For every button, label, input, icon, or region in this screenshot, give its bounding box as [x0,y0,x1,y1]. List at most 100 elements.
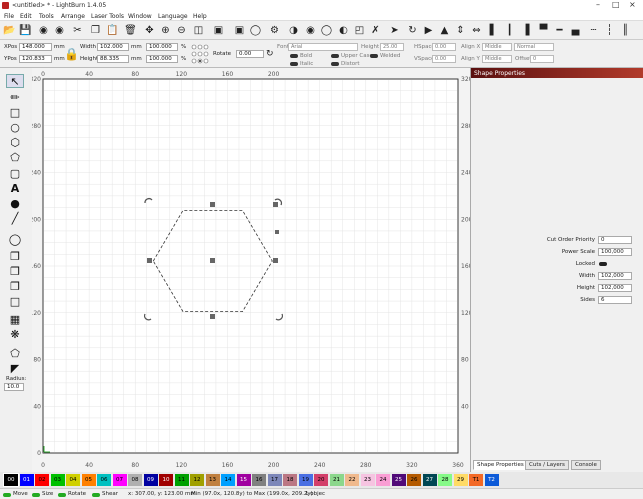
palette-swatch[interactable]: 15 [236,474,251,486]
distribute-h-icon[interactable]: ┄ [587,24,600,37]
align-top-icon[interactable]: ▀ [537,24,550,37]
menu-edit[interactable]: Edit [20,13,32,20]
palette-swatch[interactable]: 18 [283,474,297,486]
group-icon[interactable]: ⇕ [454,24,467,37]
vspace-input[interactable]: 0.00 [432,55,456,63]
palette-swatch[interactable]: 21 [329,474,344,486]
edit-nodes-icon[interactable]: ✏ [6,90,24,104]
delete-icon[interactable]: 🗑 [124,24,137,37]
text-icon[interactable]: A [6,181,24,195]
palette-swatch[interactable]: T2 [484,474,499,486]
power-scale-input[interactable]: 100,000 [598,248,632,256]
hspace-input[interactable]: 0.00 [432,43,456,51]
zoom-in-icon[interactable]: ⊕ [159,24,172,37]
open-icon[interactable]: 📂 [3,24,16,37]
palette-swatch[interactable]: 14 [221,474,235,486]
frame-small-icon[interactable]: □ [6,294,24,308]
grid-array-icon[interactable]: ▦ [6,312,24,326]
minimize-icon[interactable]: – [596,1,600,9]
palette-swatch[interactable]: 16 [252,474,266,486]
menu-arrange[interactable]: Arrange [61,13,85,20]
palette-swatch[interactable]: 01 [19,474,34,486]
tab-shape-properties[interactable]: Shape Properties [473,460,528,470]
mirror-v-icon[interactable]: ▲ [438,24,451,37]
rotate-icon[interactable]: ↻ [406,24,419,37]
uppercase-toggle[interactable] [331,54,339,58]
move-toggle[interactable] [3,493,11,497]
rotate-dial-icon[interactable]: ↻ [266,49,274,59]
align-left-icon[interactable]: ▌ [487,24,500,37]
palette-swatch[interactable]: 22 [345,474,359,486]
radius-input[interactable]: 10.0 [4,383,24,391]
save-icon[interactable]: 💾 [19,24,32,37]
palette-swatch[interactable]: 05 [81,474,96,486]
menu-help[interactable]: Help [193,13,207,20]
circular-array-icon[interactable]: ❋ [6,327,24,341]
menu-tools[interactable]: Tools [39,13,54,20]
mirror-h-icon[interactable]: ▶ [422,24,435,37]
offset-icon[interactable]: ◑ [287,24,300,37]
locked-toggle[interactable] [599,262,607,266]
pentagon-icon[interactable]: ⬠ [6,150,24,164]
palette-swatch[interactable]: 17 [267,474,282,486]
palette-swatch[interactable]: 11 [174,474,189,486]
ypos-input[interactable]: 120.833 [19,55,52,63]
palette-swatch[interactable]: 23 [360,474,375,486]
palette-swatch[interactable]: 25 [391,474,406,486]
width-prop-input[interactable]: 102,000 [598,272,632,280]
polygon-icon[interactable]: ⬡ [6,135,24,149]
copy-icon[interactable]: ❐ [89,24,102,37]
rectangle-icon[interactable]: □ [6,105,24,119]
send-icon[interactable]: ➤ [388,24,401,37]
rotate-input[interactable]: 0.00 [236,50,264,58]
distribute-v-icon[interactable]: ┆ [603,24,616,37]
palette-swatch[interactable]: 04 [66,474,80,486]
palette-swatch[interactable]: 08 [128,474,142,486]
sides-input[interactable]: 6 [598,296,632,304]
frame-icon[interactable]: ▣ [212,24,225,37]
align-x-select[interactable]: Middle [482,43,512,51]
scale-height-input[interactable]: 100.000 [146,55,178,63]
font-select[interactable]: Arial [288,43,358,51]
break-icon[interactable]: ◤ [6,361,24,375]
boolean-intersect-icon[interactable]: ◰ [353,24,366,37]
ungroup-icon[interactable]: ⇔ [470,24,483,37]
distort-toggle[interactable] [331,62,339,66]
palette-swatch[interactable]: T1 [469,474,483,486]
menu-language[interactable]: Language [158,13,188,20]
copy-along-path-icon[interactable]: ❐ [6,249,24,263]
zoom-out-icon[interactable]: ⊖ [175,24,188,37]
palette-swatch[interactable]: 29 [453,474,468,486]
settings-icon[interactable]: ⚙ [268,24,281,37]
palette-swatch[interactable]: 02 [35,474,49,486]
distribute-spacing-icon[interactable]: ║ [619,24,632,37]
align-right-icon[interactable]: ▐ [519,24,532,37]
italic-toggle[interactable] [290,62,298,66]
frame-tool-icon[interactable]: ▢ [6,166,24,180]
trace-icon[interactable]: ◯ [249,24,262,37]
weld-icon[interactable]: ◉ [304,24,317,37]
shear-toggle[interactable] [92,493,100,497]
text-mode-select[interactable]: Normal [514,43,554,51]
size-toggle[interactable] [32,493,40,497]
cut-order-input[interactable]: 0 [598,236,632,244]
xpos-input[interactable]: 148.000 [19,43,52,51]
palette-swatch[interactable]: 12 [190,474,204,486]
export-icon[interactable]: ◉ [53,24,66,37]
rotate-toggle[interactable] [58,493,66,497]
align-y-select[interactable]: Middle [482,55,512,63]
align-bottom-icon[interactable]: ▄ [569,24,582,37]
ellipse-icon[interactable]: ○ [6,120,24,134]
menu-laser-tools[interactable]: Laser Tools [91,13,124,20]
move-icon[interactable]: ✥ [143,24,156,37]
palette-swatch[interactable]: 20 [314,474,328,486]
offset-tool-icon[interactable]: ◯ [6,232,24,246]
palette-swatch[interactable]: 24 [376,474,390,486]
palette-swatch[interactable]: 10 [159,474,173,486]
anchor-selector[interactable] [191,43,209,65]
select-icon[interactable]: ↖ [6,74,24,88]
boolean-subtract-icon[interactable]: ◐ [337,24,350,37]
menu-file[interactable]: File [4,13,14,20]
menu-window[interactable]: Window [128,13,152,20]
align-middle-icon[interactable]: ━ [553,24,566,37]
